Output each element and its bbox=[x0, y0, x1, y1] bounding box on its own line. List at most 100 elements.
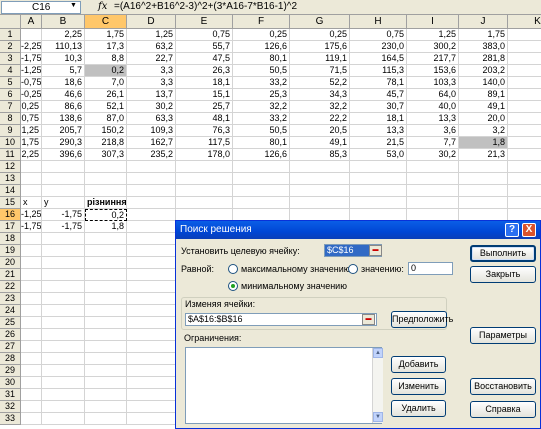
cell-a15[interactable]: x bbox=[21, 197, 42, 209]
cell-b23[interactable] bbox=[42, 293, 85, 305]
cell-e14[interactable] bbox=[176, 185, 233, 197]
row-header-13[interactable]: 13 bbox=[0, 173, 21, 185]
cell-d1[interactable]: 1,25 bbox=[127, 29, 176, 41]
cell-a5[interactable]: -0,75 bbox=[21, 77, 42, 89]
scroll-down-icon[interactable]: ▼ bbox=[373, 412, 383, 422]
row-header-31[interactable]: 31 bbox=[0, 389, 21, 401]
cell-h13[interactable] bbox=[350, 173, 407, 185]
cell-e9[interactable]: 76,3 bbox=[176, 125, 233, 137]
cell-g9[interactable]: 20,5 bbox=[290, 125, 350, 137]
changing-cells-input[interactable]: $A$16:$B$16 bbox=[185, 313, 377, 326]
row-header-28[interactable]: 28 bbox=[0, 353, 21, 365]
column-header-g[interactable]: G bbox=[290, 15, 350, 29]
cell-b28[interactable] bbox=[42, 353, 85, 365]
cell-b18[interactable] bbox=[42, 233, 85, 245]
cell-i15[interactable] bbox=[407, 197, 459, 209]
cell-h11[interactable]: 53,0 bbox=[350, 149, 407, 161]
cell-a1[interactable] bbox=[21, 29, 42, 41]
cell-c29[interactable] bbox=[85, 365, 127, 377]
row-header-30[interactable]: 30 bbox=[0, 377, 21, 389]
cell-h2[interactable]: 230,0 bbox=[350, 41, 407, 53]
cell-d28[interactable] bbox=[127, 353, 176, 365]
cell-b10[interactable]: 290,3 bbox=[42, 137, 85, 149]
cell-c2[interactable]: 17,3 bbox=[85, 41, 127, 53]
cell-b20[interactable] bbox=[42, 257, 85, 269]
cell-i10[interactable]: 7,7 bbox=[407, 137, 459, 149]
cell-k7[interactable]: 74,6 bbox=[508, 101, 541, 113]
cell-c22[interactable] bbox=[85, 281, 127, 293]
cell-a29[interactable] bbox=[21, 365, 42, 377]
cell-c1[interactable]: 1,75 bbox=[85, 29, 127, 41]
cell-h15[interactable] bbox=[350, 197, 407, 209]
row-header-9[interactable]: 9 bbox=[0, 125, 21, 137]
cell-b7[interactable]: 86,6 bbox=[42, 101, 85, 113]
cell-d14[interactable] bbox=[127, 185, 176, 197]
cell-c17[interactable]: 1,8 bbox=[85, 221, 127, 233]
row-header-11[interactable]: 11 bbox=[0, 149, 21, 161]
select-all-corner[interactable] bbox=[0, 15, 21, 29]
cell-h14[interactable] bbox=[350, 185, 407, 197]
cell-a23[interactable] bbox=[21, 293, 42, 305]
cell-k4[interactable]: 266,7 bbox=[508, 65, 541, 77]
row-header-5[interactable]: 5 bbox=[0, 77, 21, 89]
cell-f4[interactable]: 50,5 bbox=[233, 65, 290, 77]
cell-b32[interactable] bbox=[42, 401, 85, 413]
cell-g7[interactable]: 32,2 bbox=[290, 101, 350, 113]
constraints-list[interactable]: ▲ ▼ bbox=[185, 347, 383, 424]
cell-g13[interactable] bbox=[290, 173, 350, 185]
cell-c14[interactable] bbox=[85, 185, 127, 197]
cell-c18[interactable] bbox=[85, 233, 127, 245]
cell-j8[interactable]: 20,0 bbox=[459, 113, 508, 125]
value-input[interactable]: 0 bbox=[408, 262, 453, 275]
cell-a14[interactable] bbox=[21, 185, 42, 197]
cell-c7[interactable]: 52,1 bbox=[85, 101, 127, 113]
row-header-29[interactable]: 29 bbox=[0, 365, 21, 377]
cell-f9[interactable]: 50,5 bbox=[233, 125, 290, 137]
solve-button[interactable]: Выполнить bbox=[470, 245, 536, 262]
cell-a16[interactable]: -1,25 bbox=[21, 209, 42, 221]
cell-c15[interactable]: різниння bbox=[85, 197, 127, 209]
cell-j14[interactable] bbox=[459, 185, 508, 197]
cell-e2[interactable]: 55,7 bbox=[176, 41, 233, 53]
cell-g6[interactable]: 34,3 bbox=[290, 89, 350, 101]
row-header-6[interactable]: 6 bbox=[0, 89, 21, 101]
cell-j10[interactable]: 1,8 bbox=[459, 137, 508, 149]
row-header-12[interactable]: 12 bbox=[0, 161, 21, 173]
cell-g10[interactable]: 49,1 bbox=[290, 137, 350, 149]
cell-b14[interactable] bbox=[42, 185, 85, 197]
row-header-2[interactable]: 2 bbox=[0, 41, 21, 53]
row-header-15[interactable]: 15 bbox=[0, 197, 21, 209]
cell-i2[interactable]: 300,2 bbox=[407, 41, 459, 53]
cell-c19[interactable] bbox=[85, 245, 127, 257]
cell-g12[interactable] bbox=[290, 161, 350, 173]
cell-c28[interactable] bbox=[85, 353, 127, 365]
cell-a30[interactable] bbox=[21, 377, 42, 389]
scroll-up-icon[interactable]: ▲ bbox=[373, 348, 383, 358]
cell-f6[interactable]: 25,3 bbox=[233, 89, 290, 101]
cell-a17[interactable]: -1,75 bbox=[21, 221, 42, 233]
cell-g8[interactable]: 22,2 bbox=[290, 113, 350, 125]
cell-g14[interactable] bbox=[290, 185, 350, 197]
cell-a8[interactable]: 0,75 bbox=[21, 113, 42, 125]
row-header-33[interactable]: 33 bbox=[0, 413, 21, 425]
cell-f1[interactable]: 0,25 bbox=[233, 29, 290, 41]
cell-d31[interactable] bbox=[127, 389, 176, 401]
cell-d17[interactable] bbox=[127, 221, 176, 233]
row-header-18[interactable]: 18 bbox=[0, 233, 21, 245]
cell-d7[interactable]: 30,2 bbox=[127, 101, 176, 113]
cell-b22[interactable] bbox=[42, 281, 85, 293]
column-header-f[interactable]: F bbox=[233, 15, 290, 29]
cell-g5[interactable]: 52,2 bbox=[290, 77, 350, 89]
cell-c5[interactable]: 7,0 bbox=[85, 77, 127, 89]
cell-c30[interactable] bbox=[85, 377, 127, 389]
column-header-d[interactable]: D bbox=[127, 15, 176, 29]
cell-h10[interactable]: 21,5 bbox=[350, 137, 407, 149]
guess-button[interactable]: Предположить bbox=[391, 311, 453, 328]
cell-k13[interactable] bbox=[508, 173, 541, 185]
cell-g4[interactable]: 71,5 bbox=[290, 65, 350, 77]
cell-j5[interactable]: 140,0 bbox=[459, 77, 508, 89]
cell-g11[interactable]: 85,3 bbox=[290, 149, 350, 161]
cell-k8[interactable]: 39,5 bbox=[508, 113, 541, 125]
cell-i9[interactable]: 3,6 bbox=[407, 125, 459, 137]
cell-e11[interactable]: 178,0 bbox=[176, 149, 233, 161]
